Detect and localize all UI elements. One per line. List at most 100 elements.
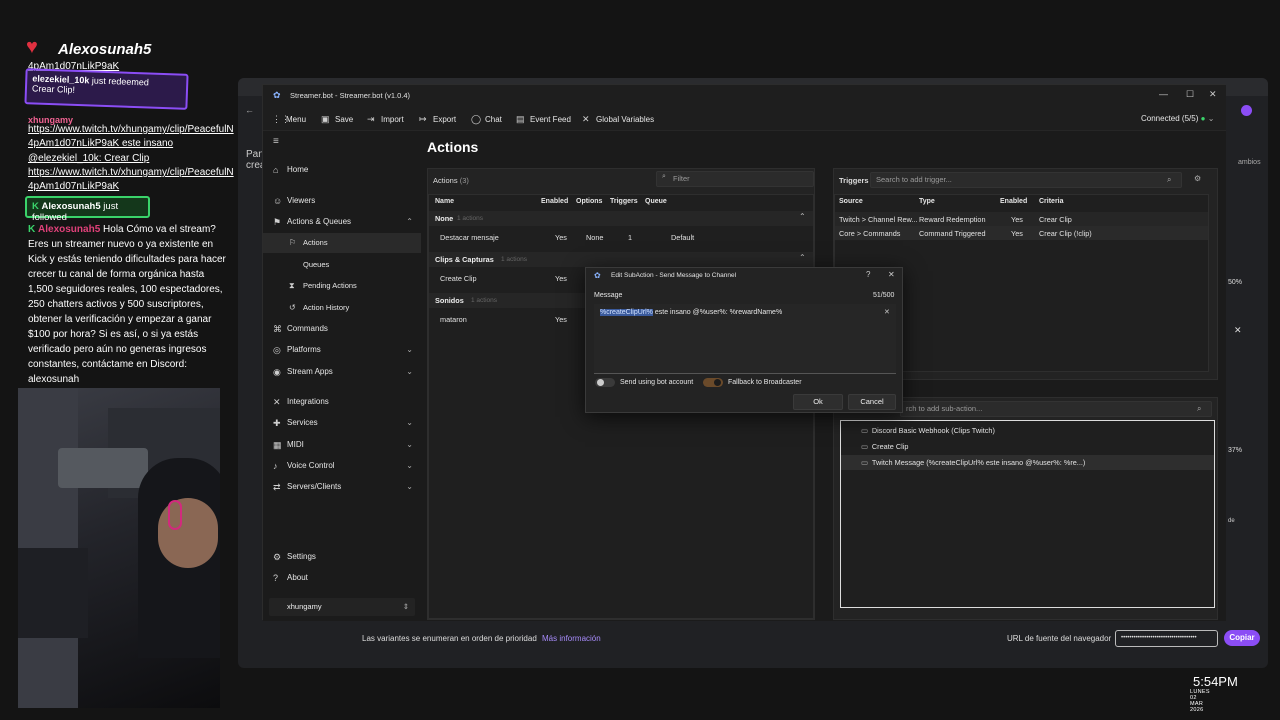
chat-link: https://www.twitch.tv/xhungamy/clip/Peac… bbox=[28, 167, 234, 178]
help-icon[interactable]: ? bbox=[866, 270, 870, 279]
user-selector[interactable]: xhungamy ⇕ bbox=[269, 598, 415, 616]
col-triggers: Triggers bbox=[610, 198, 638, 205]
nav-stream-apps[interactable]: ◉ Stream Apps ⌄ bbox=[263, 362, 421, 382]
chat-line: obtener la verificación y empezar a gana… bbox=[28, 314, 212, 325]
chevron-up-icon: ⌃ bbox=[406, 217, 413, 226]
table-row[interactable]: Destacar mensaje Yes None 1 Default bbox=[429, 229, 813, 245]
nav-services[interactable]: ✚ Services ⌄ bbox=[263, 413, 421, 433]
minimize-icon[interactable]: — bbox=[1159, 89, 1168, 99]
app-logo-icon: ✿ bbox=[594, 271, 601, 280]
message-text[interactable]: %createClipUrl% este insano @%user%: %re… bbox=[600, 309, 782, 316]
close-icon[interactable]: ✕ bbox=[1234, 325, 1242, 336]
settings-icon[interactable]: ⚙ bbox=[1194, 174, 1201, 183]
nav-queues[interactable]: Queues bbox=[263, 255, 421, 275]
group-header[interactable]: Clips & Capturas 1 actions ⌃ bbox=[429, 252, 813, 267]
col-type: Type bbox=[919, 198, 935, 205]
global-variables-button[interactable]: ✕ Global Variables bbox=[582, 112, 654, 126]
actions-panel-label: Actions (3) bbox=[433, 176, 469, 185]
chevron-down-icon: ⌄ bbox=[406, 440, 413, 449]
nav-integrations[interactable]: ✕ Integrations bbox=[263, 392, 421, 412]
hamburger-icon[interactable]: ≡ bbox=[273, 136, 279, 147]
import-button[interactable]: ⇥ Import bbox=[367, 112, 404, 126]
nav-actions[interactable]: ⚐ Actions bbox=[263, 233, 421, 253]
app-logo-icon: ✿ bbox=[273, 90, 281, 100]
subaction-icon: ▭ bbox=[861, 458, 868, 467]
chat-icon: ◯ bbox=[471, 114, 482, 124]
send-bot-toggle[interactable] bbox=[595, 378, 615, 387]
list-item[interactable]: ▭ Twitch Message (%createClipUrl% este in… bbox=[841, 455, 1214, 470]
viewers-icon: ☺ bbox=[273, 196, 283, 206]
close-icon[interactable]: ✕ bbox=[888, 270, 895, 279]
nav-commands[interactable]: ⌘ Commands bbox=[263, 319, 421, 339]
trigger-search-input[interactable]: Search to add trigger... bbox=[870, 172, 1182, 188]
grid-icon: ⋮⋮ bbox=[272, 114, 290, 124]
nav-home[interactable]: ⌂ Home bbox=[263, 160, 421, 180]
close-icon[interactable]: ✕ bbox=[1209, 89, 1217, 100]
back-icon[interactable]: ← bbox=[245, 105, 254, 115]
save-button[interactable]: ▣ Save bbox=[321, 112, 353, 126]
cancel-button[interactable]: Cancel bbox=[848, 394, 896, 410]
avatar[interactable] bbox=[1241, 105, 1252, 116]
chat-line: 250 chatters activos y 500 suscriptores, bbox=[28, 299, 204, 310]
nav-settings[interactable]: ⚙ Settings bbox=[263, 547, 421, 567]
nav-midi[interactable]: ▦ MIDI ⌄ bbox=[263, 435, 421, 455]
date: LUNES 02 MAR 2026 bbox=[1190, 689, 1210, 713]
status-dot-icon: ● bbox=[1200, 114, 1206, 123]
export-icon: ↦ bbox=[419, 114, 427, 124]
history-icon: ↺ bbox=[289, 303, 296, 312]
col-name: Name bbox=[435, 198, 455, 205]
commands-icon: ⌘ bbox=[273, 324, 282, 334]
export-button[interactable]: ↦ Export bbox=[419, 112, 456, 126]
chat-line: 1,500 seguidores reales, 100 espectadore… bbox=[28, 284, 223, 295]
group-header[interactable]: None 1 actions ⌃ bbox=[429, 211, 813, 226]
nav-voice-control[interactable]: ♪ Voice Control ⌄ bbox=[263, 456, 421, 476]
filter-input[interactable]: Filter bbox=[656, 171, 814, 187]
subaction-search-input[interactable]: rch to add sub-action... bbox=[900, 401, 1212, 417]
list-item[interactable]: ▭ Create Clip bbox=[861, 442, 908, 451]
follow-user: Alexosunah5 bbox=[41, 201, 101, 212]
nav-viewers[interactable]: ☺ Viewers bbox=[263, 191, 421, 211]
url-field[interactable]: •••••••••••••••••••••••••••••••••••• bbox=[1115, 630, 1218, 647]
nav-actions-queues[interactable]: ⚑ Actions & Queues ⌃ bbox=[263, 212, 421, 232]
fallback-toggle[interactable] bbox=[703, 378, 723, 387]
edit-subaction-dialog: ✿ Edit SubAction - Send Message to Chann… bbox=[585, 267, 903, 413]
nav-pending-actions[interactable]: ⧗ Pending Actions bbox=[263, 276, 421, 296]
subaction-icon: ▭ bbox=[861, 442, 868, 451]
chevron-up-icon: ⌃ bbox=[799, 253, 806, 262]
chat-line: crecer tu canal de forma orgánica hasta bbox=[28, 269, 205, 280]
percent-label: 50% bbox=[1228, 279, 1243, 286]
group-name: Clips & Capturas bbox=[435, 255, 494, 264]
chevron-up-icon: ⌃ bbox=[799, 212, 806, 221]
event-feed-button[interactable]: ▤ Event Feed bbox=[516, 112, 571, 126]
copy-button[interactable]: Copiar bbox=[1224, 630, 1260, 646]
group-name: None bbox=[435, 214, 454, 223]
table-row[interactable]: Twitch > Channel Rew... Reward Redemptio… bbox=[835, 212, 1208, 226]
list-item[interactable]: ▭ Discord Basic Webhook (Clips Twitch) bbox=[861, 426, 995, 435]
chat-line: constantes, contáctame en Discord: bbox=[28, 359, 187, 370]
chat-button[interactable]: ◯ Chat bbox=[471, 112, 502, 126]
chat-text: @elezekiel_10k: Crear Clip bbox=[28, 153, 150, 164]
nav-about[interactable]: ? About bbox=[263, 568, 421, 588]
chevron-down-icon: ⌄ bbox=[406, 367, 413, 376]
maximize-icon[interactable]: ☐ bbox=[1186, 89, 1194, 100]
hourglass-icon: ⧗ bbox=[289, 281, 295, 290]
right-label: de bbox=[1228, 518, 1235, 524]
menu-button[interactable]: ⋮⋮Menu bbox=[272, 112, 306, 126]
right-label: ambios bbox=[1238, 159, 1261, 166]
clear-icon[interactable]: ✕ bbox=[884, 308, 890, 316]
ok-button[interactable]: Ok bbox=[793, 394, 843, 410]
more-info-link[interactable]: Más información bbox=[542, 634, 601, 643]
group-count: 1 actions bbox=[457, 215, 484, 222]
search-icon: ⌕ bbox=[662, 173, 666, 180]
kick-icon: K bbox=[28, 224, 36, 235]
nav-action-history[interactable]: ↺ Action History bbox=[263, 298, 421, 318]
table-row[interactable]: Core > Commands Command Triggered Yes Cr… bbox=[835, 226, 1208, 240]
event-feed-icon: ▤ bbox=[516, 114, 525, 124]
message-input[interactable]: %createClipUrl% este insano @%user%: %re… bbox=[594, 304, 896, 374]
chevron-down-icon: ⌄ bbox=[406, 461, 413, 470]
midi-icon: ▦ bbox=[273, 440, 282, 450]
nav-servers-clients[interactable]: ⇄ Servers/Clients ⌄ bbox=[263, 477, 421, 497]
message-rest: este insano @%user%: %rewardName% bbox=[652, 309, 783, 316]
nav-platforms[interactable]: ◎ Platforms ⌄ bbox=[263, 340, 421, 360]
connection-status[interactable]: Connected (5/5) ● ⌄ bbox=[1141, 112, 1214, 126]
